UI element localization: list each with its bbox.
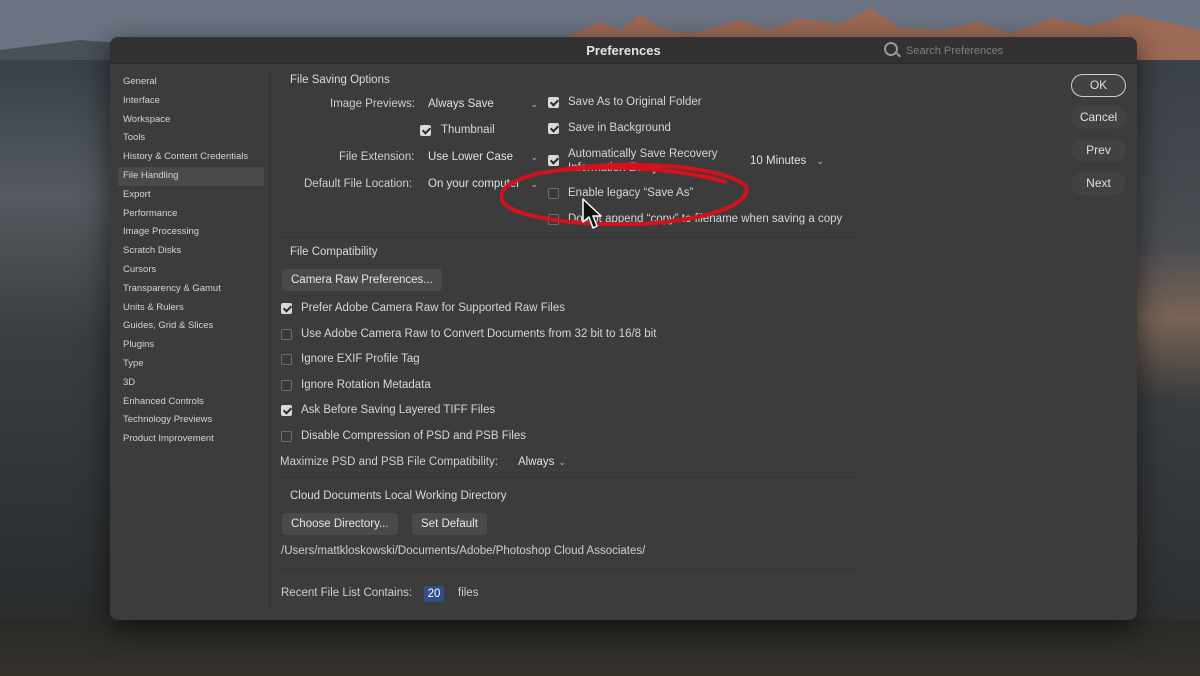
background-lake-left <box>0 60 112 676</box>
cloud-dir-path: /Users/mattkloskowski/Documents/Adobe/Ph… <box>281 545 646 557</box>
prefer-camera-raw-checkbox[interactable] <box>281 303 292 314</box>
cloud-dir-title: Cloud Documents Local Working Directory <box>290 490 507 502</box>
search-input[interactable] <box>904 41 1128 61</box>
sidebar-item-file-handling[interactable]: File Handling <box>118 166 264 186</box>
thumbnail-label: Thumbnail <box>441 124 495 136</box>
convert-32bit-label: Use Adobe Camera Raw to Convert Document… <box>301 328 657 340</box>
image-previews-dropdown[interactable]: Always Save ⌄ <box>422 95 544 113</box>
maximize-compat-dropdown[interactable]: Always ⌄ <box>512 453 572 471</box>
set-default-button[interactable]: Set Default <box>412 513 487 535</box>
sidebar-item-3d[interactable]: 3D <box>118 374 264 393</box>
chevron-down-icon: ⌄ <box>530 99 538 109</box>
ignore-exif-checkbox[interactable] <box>281 354 292 365</box>
sidebar-item-interface[interactable]: Interface <box>118 92 264 111</box>
camera-raw-preferences-button[interactable]: Camera Raw Preferences... <box>282 269 442 291</box>
cancel-button[interactable]: Cancel <box>1071 106 1126 129</box>
auto-save-interval-value: 10 Minutes <box>750 155 807 167</box>
sidebar-item-units[interactable]: Units & Rulers <box>118 299 264 318</box>
sidebar-item-performance[interactable]: Performance <box>118 205 264 224</box>
sidebar-item-general[interactable]: General <box>118 73 264 92</box>
recent-files-suffix: files <box>458 587 479 599</box>
ask-tiff-checkbox[interactable] <box>281 405 292 416</box>
convert-32bit-checkbox[interactable] <box>281 329 292 340</box>
background-shore <box>0 620 1200 676</box>
search-box[interactable] <box>880 41 1130 61</box>
search-icon <box>884 42 898 56</box>
prefer-camera-raw-label: Prefer Adobe Camera Raw for Supported Ra… <box>301 302 565 314</box>
sidebar-item-export[interactable]: Export <box>118 186 264 205</box>
save-background-checkbox[interactable] <box>548 123 559 134</box>
chevron-down-icon: ⌄ <box>816 156 824 166</box>
choose-directory-button[interactable]: Choose Directory... <box>282 513 398 535</box>
ignore-rotation-checkbox[interactable] <box>281 380 292 391</box>
sidebar-item-workspace[interactable]: Workspace <box>118 111 264 130</box>
mouse-cursor-icon <box>582 198 602 229</box>
section-divider <box>278 477 858 478</box>
sidebar-item-transparency[interactable]: Transparency & Gamut <box>118 280 264 299</box>
save-original-checkbox[interactable] <box>548 97 559 108</box>
ok-button[interactable]: OK <box>1071 74 1126 97</box>
sidebar-item-guides[interactable]: Guides, Grid & Slices <box>118 317 264 336</box>
background-lake-right <box>1136 60 1200 676</box>
sidebar-item-technology-previews[interactable]: Technology Previews <box>118 411 264 430</box>
sidebar-item-scratch-disks[interactable]: Scratch Disks <box>118 242 264 261</box>
chevron-down-icon: ⌄ <box>558 457 566 467</box>
auto-save-label-line1: Automatically Save Recovery <box>568 148 718 160</box>
sidebar-divider <box>269 69 270 609</box>
file-extension-label: File Extension: <box>339 151 415 163</box>
prev-button[interactable]: Prev <box>1071 139 1126 162</box>
sidebar-item-enhanced-controls[interactable]: Enhanced Controls <box>118 393 264 412</box>
save-background-label: Save in Background <box>568 122 671 134</box>
ask-tiff-label: Ask Before Saving Layered TIFF Files <box>301 404 496 416</box>
default-location-label: Default File Location: <box>304 178 413 190</box>
ignore-exif-label: Ignore EXIF Profile Tag <box>301 353 420 365</box>
thumbnail-checkbox[interactable] <box>420 125 431 136</box>
maximize-compat-label: Maximize PSD and PSB File Compatibility: <box>280 456 498 468</box>
sidebar-item-history[interactable]: History & Content Credentials <box>118 148 264 167</box>
file-saving-title: File Saving Options <box>290 74 390 86</box>
preferences-window: Preferences General Interface Workspace … <box>110 37 1137 620</box>
sidebar-item-tools[interactable]: Tools <box>118 129 264 148</box>
next-button[interactable]: Next <box>1071 172 1126 195</box>
image-previews-label: Image Previews: <box>330 98 416 110</box>
disable-compression-checkbox[interactable] <box>281 431 292 442</box>
save-original-label: Save As to Original Folder <box>568 96 702 108</box>
sidebar-item-type[interactable]: Type <box>118 355 264 374</box>
ignore-rotation-label: Ignore Rotation Metadata <box>301 379 431 391</box>
image-previews-value: Always Save <box>428 98 494 110</box>
file-compat-title: File Compatibility <box>290 246 378 258</box>
disable-compression-label: Disable Compression of PSD and PSB Files <box>301 430 526 442</box>
recent-files-count-input[interactable]: 20 <box>424 586 444 602</box>
sidebar-item-image-processing[interactable]: Image Processing <box>118 223 264 242</box>
annotation-circle <box>500 162 749 226</box>
section-divider <box>278 569 858 570</box>
sidebar-item-plugins[interactable]: Plugins <box>118 336 264 355</box>
sidebar-item-product-improvement[interactable]: Product Improvement <box>118 430 264 449</box>
sidebar: General Interface Workspace Tools Histor… <box>118 73 264 449</box>
section-divider <box>278 237 858 238</box>
recent-files-label: Recent File List Contains: <box>281 587 413 599</box>
maximize-compat-value: Always <box>518 456 555 468</box>
titlebar: Preferences <box>110 37 1137 64</box>
auto-save-interval-dropdown[interactable]: 10 Minutes ⌄ <box>744 152 830 170</box>
sidebar-item-cursors[interactable]: Cursors <box>118 261 264 280</box>
